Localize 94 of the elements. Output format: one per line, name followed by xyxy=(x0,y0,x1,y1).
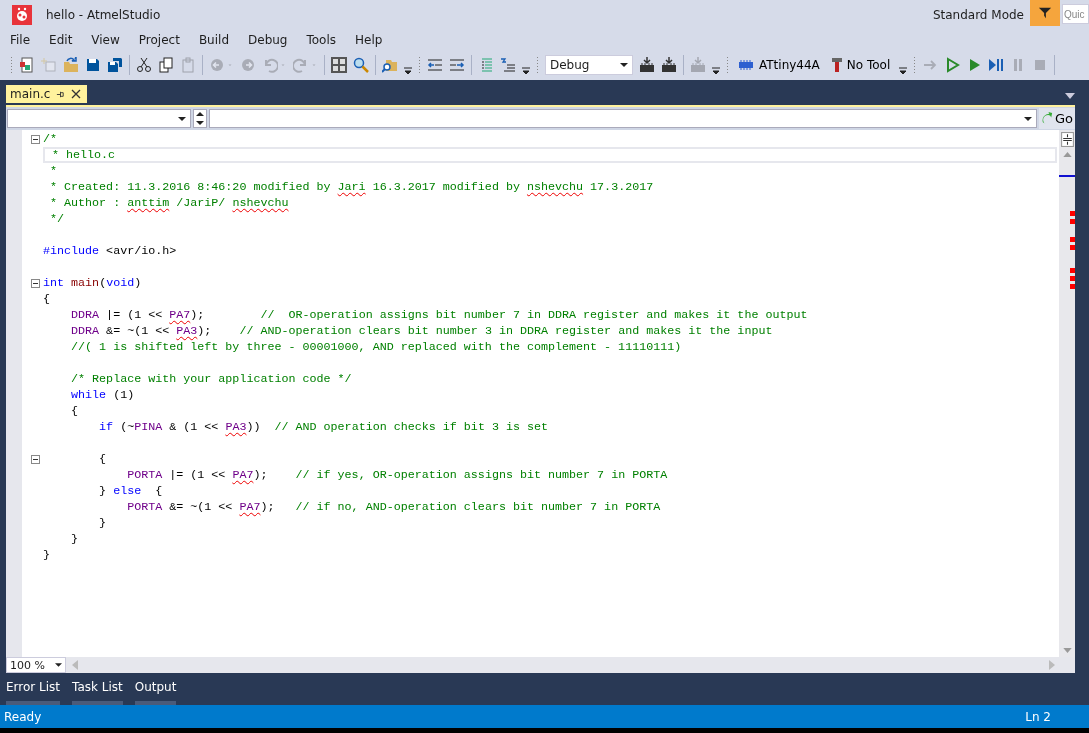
code-line: * Author : anttim /JariP/ nshevchu xyxy=(49,195,290,211)
code-line: while (1) xyxy=(70,387,136,403)
tab-menu-icon[interactable] xyxy=(1065,93,1075,99)
code-line: if (~PINA & (1 << PA3)) // AND operation checks if bit 3 is set xyxy=(98,419,550,435)
go-button[interactable]: Go xyxy=(1038,108,1075,129)
chip-icon xyxy=(738,60,754,70)
chip-download-icon[interactable] xyxy=(661,57,677,73)
curved-arrow-icon xyxy=(1040,111,1054,126)
line-number-indicator: Ln 2 xyxy=(1025,709,1051,724)
code-line: DDRA &= ~(1 << PA3); // AND-operation clears bit number 3 in DDRA register and makes it the input xyxy=(70,323,774,339)
search-icon[interactable] xyxy=(353,57,369,73)
code-line: /* xyxy=(43,131,59,147)
caret-icon xyxy=(1023,116,1032,121)
code-line: { xyxy=(98,451,108,467)
error-marker xyxy=(1070,237,1075,242)
pin-icon[interactable] xyxy=(56,89,66,99)
menu-item[interactable]: Help xyxy=(355,33,383,47)
code-line: #include <avr/io.h> xyxy=(43,243,178,259)
code-line: */ xyxy=(49,211,66,227)
overflow-icon[interactable] xyxy=(899,65,908,75)
step-icon[interactable] xyxy=(988,57,1005,73)
code-line: PORTA |= (1 << PA7); // if yes, OR-operation assigns bit number 7 in PORTA xyxy=(126,467,669,483)
menu-item[interactable]: View xyxy=(91,33,120,47)
split-icon[interactable] xyxy=(1060,132,1074,147)
code-line: int main(void) xyxy=(43,275,143,291)
filter-icon xyxy=(1038,6,1052,20)
save-all-icon[interactable] xyxy=(107,57,123,73)
chip-download-icon[interactable] xyxy=(639,57,655,73)
overflow-icon[interactable] xyxy=(522,65,530,75)
collapse-icon[interactable] xyxy=(31,278,40,288)
indent-icon[interactable] xyxy=(449,57,465,73)
filter-button[interactable] xyxy=(1030,0,1060,26)
overflow-icon[interactable] xyxy=(712,65,720,75)
code-line: { xyxy=(43,291,51,307)
code-line: } xyxy=(70,531,80,547)
caret-icon xyxy=(620,63,628,67)
app-logo-icon xyxy=(12,5,32,25)
code-line: * Created: 11.3.2016 8:46:20 modified by Jari 16.3.2017 modified by nshevchu 17.3.2017 xyxy=(49,179,655,195)
error-marker xyxy=(1070,211,1075,216)
code-line: PORTA &= ~(1 << PA7); // if no, AND-operation clears bit number 7 in PORTA xyxy=(126,499,662,515)
collapse-icon[interactable] xyxy=(31,134,40,144)
scroll-up-icon[interactable] xyxy=(1062,152,1072,157)
outdent-icon[interactable] xyxy=(427,57,443,73)
tool-button[interactable]: No Tool xyxy=(828,57,894,73)
find-in-files-icon[interactable] xyxy=(382,57,398,73)
scroll-down-icon[interactable] xyxy=(1062,648,1072,653)
spin-buttons[interactable] xyxy=(193,109,207,128)
hammer-icon xyxy=(831,57,842,73)
error-marker xyxy=(1070,276,1075,281)
down-arrow-icon[interactable] xyxy=(196,120,204,125)
code-line: /* Replace with your application code */ xyxy=(70,371,353,387)
configuration-dropdown[interactable]: Debug xyxy=(545,55,633,75)
code-line: } xyxy=(43,547,51,563)
code-line: * xyxy=(49,163,59,179)
code-line: } xyxy=(98,515,108,531)
up-arrow-icon[interactable] xyxy=(196,112,204,117)
menu-item[interactable]: Build xyxy=(198,33,229,47)
new-project-icon[interactable] xyxy=(19,57,35,73)
uncomment-lines-icon[interactable] xyxy=(500,57,516,73)
error-marker xyxy=(1070,268,1075,273)
zoom-value: 100 % xyxy=(10,658,45,672)
window-title: hello - AtmelStudio xyxy=(46,8,161,22)
code-line: //( 1 is shifted left by three - 00001000, AND replaced with the complement - 11110111) xyxy=(70,339,683,355)
configuration-value: Debug xyxy=(550,58,591,72)
menu-item[interactable]: Project xyxy=(138,33,180,47)
menu-item[interactable]: Debug xyxy=(248,33,288,47)
status-text: Ready xyxy=(4,709,42,724)
save-icon[interactable] xyxy=(85,57,101,73)
error-marker xyxy=(1070,284,1075,289)
grid-icon[interactable] xyxy=(331,57,347,73)
menu-item[interactable]: Tools xyxy=(306,33,337,47)
code-line: } else { xyxy=(98,483,164,499)
copy-icon[interactable] xyxy=(158,57,174,73)
zoom-dropdown[interactable]: 100 % xyxy=(6,657,66,673)
error-marker xyxy=(1070,245,1075,250)
device-button[interactable]: ATtiny44A xyxy=(735,58,823,72)
vertical-scrollbar[interactable] xyxy=(1059,130,1075,657)
menu-item[interactable]: File xyxy=(10,33,31,47)
overflow-icon[interactable] xyxy=(404,65,412,75)
caret-icon xyxy=(55,663,62,667)
caret-position-marker xyxy=(1059,175,1075,177)
open-folder-icon[interactable] xyxy=(63,57,79,73)
code-line: DDRA |= (1 << PA7); // OR-operation assigns bit number 7 in DDRA register and makes it the output xyxy=(70,307,809,323)
menu-item[interactable]: Edit xyxy=(49,33,73,47)
error-marker xyxy=(1070,219,1075,224)
code-line: { xyxy=(70,403,80,419)
document-tab[interactable]: main.c xyxy=(6,85,88,103)
play-outline-icon[interactable] xyxy=(944,57,961,73)
close-icon[interactable] xyxy=(71,89,82,99)
scissors-icon[interactable] xyxy=(136,57,152,73)
quick-launch-field[interactable]: Quic xyxy=(1062,4,1089,24)
mode-label: Standard Mode xyxy=(932,8,1024,22)
caret-icon xyxy=(178,116,186,121)
collapse-icon[interactable] xyxy=(31,454,40,464)
